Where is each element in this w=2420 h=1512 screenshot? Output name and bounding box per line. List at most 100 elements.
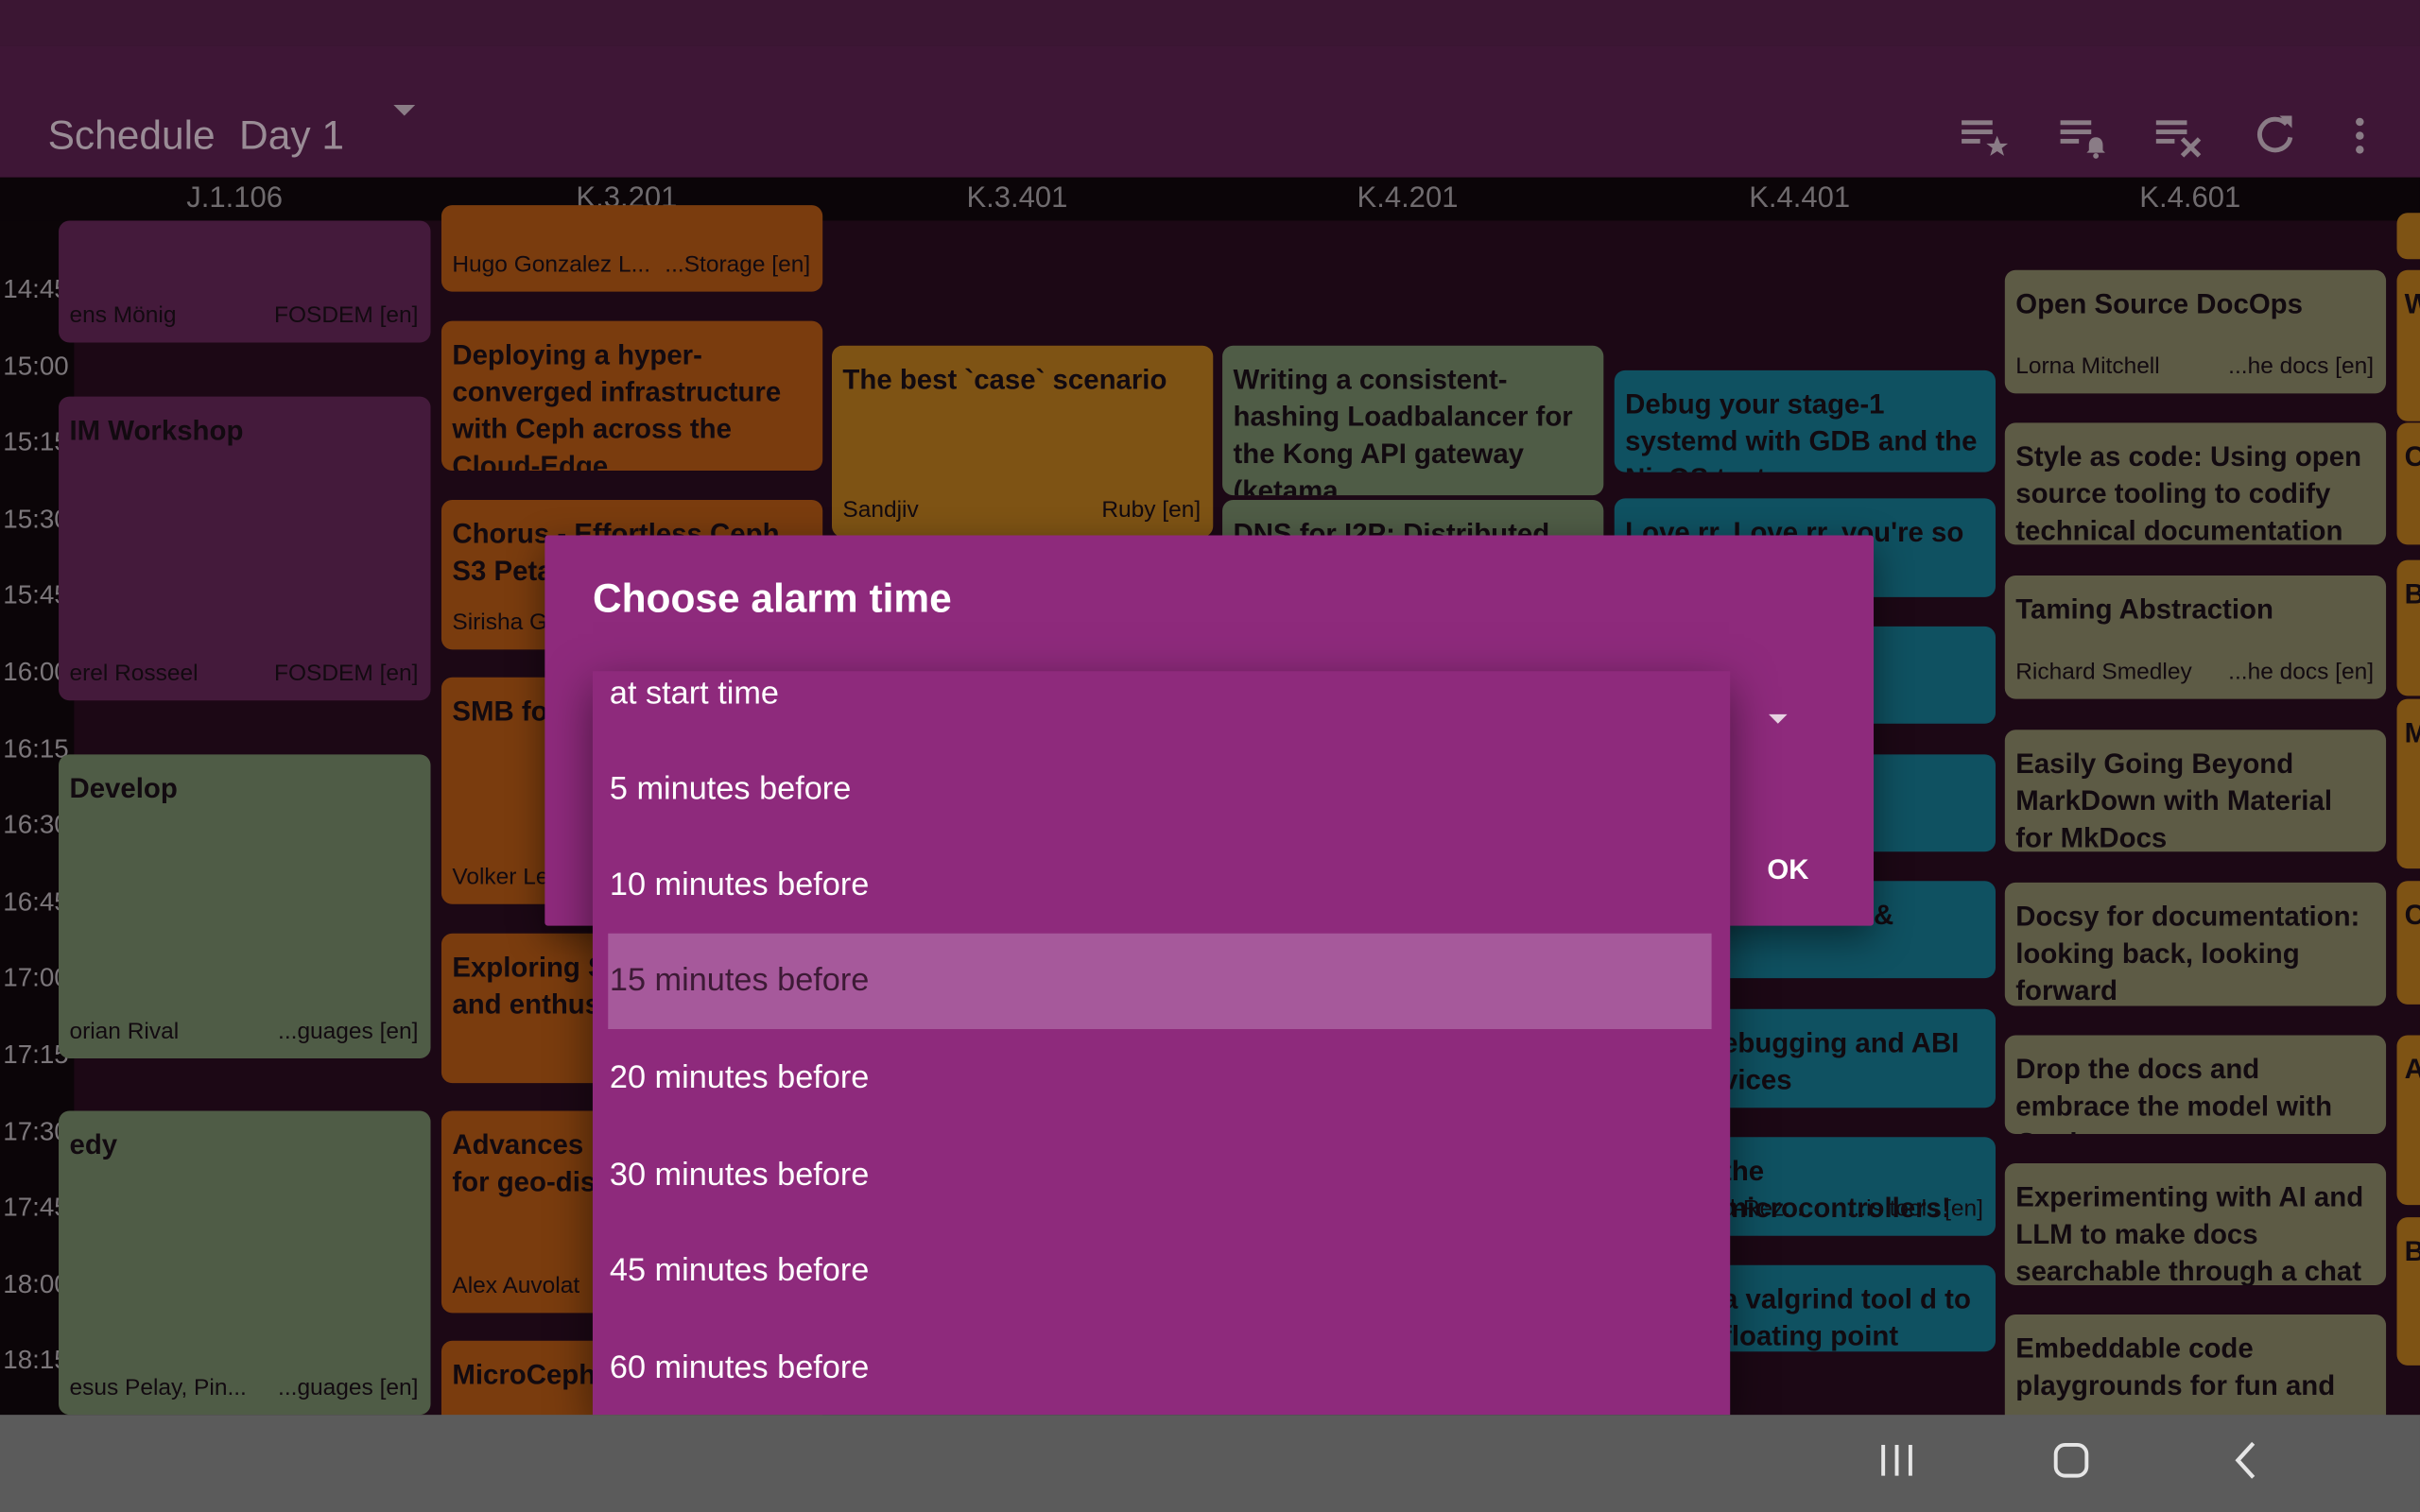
event-speaker: Sandjiv bbox=[842, 496, 919, 524]
event-card[interactable]: Easily Going Beyond MarkDown with Materi… bbox=[2004, 730, 2387, 852]
event-card[interactable]: ens Mönig FOSDEM [en] bbox=[59, 220, 431, 343]
room-label: K.3.401 bbox=[966, 181, 1068, 215]
alarm-option[interactable]: 45 minutes before bbox=[593, 1224, 1730, 1319]
event-title: Open Source DocOps bbox=[2015, 288, 2303, 319]
event-track: FOSDEM [en] bbox=[274, 301, 419, 329]
event-card[interactable]: C bbox=[2396, 422, 2420, 545]
option-label: 60 minutes before bbox=[609, 1349, 870, 1386]
event-card[interactable]: Hugo Gonzalez L... ...Storage [en] bbox=[441, 205, 823, 292]
ok-button[interactable]: OK bbox=[1767, 854, 1808, 886]
event-speaker: Sirisha G bbox=[452, 609, 548, 636]
alarm-option[interactable]: 5 minutes before bbox=[593, 742, 1730, 837]
favorites-list-icon[interactable] bbox=[1959, 110, 2012, 163]
alarm-option[interactable]: 10 minutes before bbox=[593, 838, 1730, 934]
event-speaker: Lorna Mitchell bbox=[2015, 352, 2160, 380]
event-track: ...is tools [en] bbox=[1846, 1195, 1983, 1223]
event-card[interactable]: B bbox=[2396, 559, 2420, 696]
alarm-option[interactable]: 30 minutes before bbox=[593, 1127, 1730, 1223]
alarm-option[interactable]: 60 minutes before bbox=[593, 1321, 1730, 1416]
event-title: A bbox=[2405, 1051, 2420, 1088]
event-track: ...guages [en] bbox=[278, 1018, 419, 1045]
event-speaker: Volker Le bbox=[452, 864, 549, 891]
event-title: Style as code: Using open source tooling… bbox=[2015, 440, 2362, 545]
option-label: 15 minutes before bbox=[609, 962, 870, 999]
alarm-option[interactable]: 20 minutes before bbox=[593, 1031, 1730, 1126]
event-card[interactable]: W bbox=[2396, 269, 2420, 421]
refresh-icon[interactable] bbox=[2249, 110, 2302, 163]
recent-apps-icon[interactable] bbox=[1876, 1442, 1919, 1486]
event-speaker: ens Mönig bbox=[69, 301, 177, 329]
event-card[interactable]: Writing a consistent-hashing Loadbalance… bbox=[1222, 345, 1604, 496]
event-track: ...guages [en] bbox=[278, 1374, 419, 1401]
event-title: Embeddable code playgrounds for fun and bbox=[2015, 1332, 2336, 1401]
dialog-title: Choose alarm time bbox=[592, 575, 952, 622]
event-title: IM Workshop bbox=[69, 415, 244, 446]
event-card[interactable]: Open Source DocOps Lorna Mitchell ...he … bbox=[2004, 269, 2387, 394]
chevron-down-icon[interactable] bbox=[1769, 713, 1788, 724]
clear-list-icon[interactable] bbox=[2153, 110, 2206, 163]
event-title: The best `case` scenario bbox=[842, 364, 1167, 395]
event-card[interactable]: Experimenting with AI and LLM to make do… bbox=[2004, 1163, 2387, 1285]
event-track: ...he docs [en] bbox=[2228, 659, 2375, 685]
event-card[interactable]: Debug your stage-1 systemd with GDB and … bbox=[1614, 369, 1996, 472]
day-selector[interactable]: Day 1 bbox=[239, 112, 344, 160]
event-title: W bbox=[2405, 285, 2420, 322]
alarm-option-selected[interactable]: 15 minutes before bbox=[593, 933, 1730, 1029]
event-track: FOSDEM [en] bbox=[274, 660, 419, 687]
event-title: Docsy for documentation: looking back, l… bbox=[2015, 901, 2360, 1006]
room-header bbox=[0, 177, 2420, 221]
app-screen: { "appbar": { "title": "Schedule", "day"… bbox=[0, 0, 2420, 1512]
event-card[interactable]: Style as code: Using open source tooling… bbox=[2004, 422, 2387, 545]
event-title: C bbox=[2405, 897, 2420, 934]
event-speaker: d-Rez... bbox=[1722, 1195, 1804, 1223]
overflow-menu-icon[interactable] bbox=[2334, 110, 2387, 163]
event-card[interactable]: Develop orian Rival ...guages [en] bbox=[59, 754, 431, 1058]
event-title: Experimenting with AI and LLM to make do… bbox=[2015, 1181, 2364, 1285]
event-track: Ruby [en] bbox=[1101, 496, 1201, 524]
event-title: M bbox=[2405, 714, 2420, 751]
event-title: Easily Going Beyond MarkDown with Materi… bbox=[2015, 747, 2332, 852]
event-title: C bbox=[2405, 438, 2420, 475]
alarm-time-options: at start time 5 minutes before 10 minute… bbox=[592, 671, 1731, 1416]
event-title: B bbox=[2405, 576, 2420, 612]
time-label: 15:00 bbox=[3, 352, 69, 382]
option-label: 5 minutes before bbox=[609, 771, 852, 807]
option-label: 20 minutes before bbox=[609, 1059, 870, 1096]
room-label: K.4.201 bbox=[1357, 181, 1459, 215]
page-title: Schedule bbox=[47, 112, 216, 159]
event-card[interactable]: Deploying a hyper-converged infrastructu… bbox=[441, 320, 823, 471]
option-label: 10 minutes before bbox=[609, 867, 870, 903]
event-speaker: Richard Smedley bbox=[2015, 659, 2192, 685]
event-card[interactable]: The best `case` scenario Sandjiv Ruby [e… bbox=[831, 345, 1214, 538]
event-card[interactable]: Taming Abstraction Richard Smedley ...he… bbox=[2004, 575, 2387, 699]
event-card[interactable]: B bbox=[2396, 1217, 2420, 1366]
event-speaker: erel Rosseel bbox=[69, 660, 199, 687]
alarms-list-icon[interactable] bbox=[2057, 110, 2110, 163]
event-card[interactable]: Drop the docs and embrace the model with… bbox=[2004, 1035, 2387, 1134]
event-card[interactable]: C bbox=[2396, 881, 2420, 1005]
event-speaker: esus Pelay, Pin... bbox=[69, 1374, 247, 1401]
event-card[interactable]: Docsy for documentation: looking back, l… bbox=[2004, 882, 2387, 1006]
chevron-down-icon[interactable] bbox=[393, 105, 416, 116]
option-label: at start time bbox=[609, 676, 780, 712]
event-card[interactable]: IM Workshop erel Rosseel FOSDEM [en] bbox=[59, 396, 431, 701]
event-speaker: orian Rival bbox=[69, 1018, 180, 1045]
event-card[interactable]: edy esus Pelay, Pin... ...guages [en] bbox=[59, 1110, 431, 1416]
event-card[interactable]: M bbox=[2396, 698, 2420, 869]
event-track: ...he docs [en] bbox=[2228, 352, 2375, 380]
event-title: edy bbox=[69, 1129, 118, 1160]
event-title: Writing a consistent-hashing Loadbalance… bbox=[1233, 364, 1573, 496]
event-speaker: Alex Auvolat bbox=[452, 1272, 580, 1299]
event-title: Drop the docs and embrace the model with… bbox=[2015, 1054, 2333, 1134]
event-card[interactable] bbox=[2396, 213, 2420, 260]
room-label: K.4.401 bbox=[1749, 181, 1851, 215]
event-title: Debug your stage-1 systemd with GDB and … bbox=[1625, 388, 1978, 472]
room-label: J.1.106 bbox=[186, 181, 284, 215]
event-title: a valgrind tool d to floating point bbox=[1722, 1283, 1971, 1352]
event-card[interactable]: A bbox=[2396, 1035, 2420, 1206]
option-label: 30 minutes before bbox=[609, 1157, 870, 1194]
event-title: ebugging and ABI vices bbox=[1722, 1027, 1960, 1096]
home-icon[interactable] bbox=[2051, 1440, 2091, 1488]
alarm-option[interactable]: at start time bbox=[593, 671, 1730, 742]
back-icon[interactable] bbox=[2230, 1440, 2261, 1488]
